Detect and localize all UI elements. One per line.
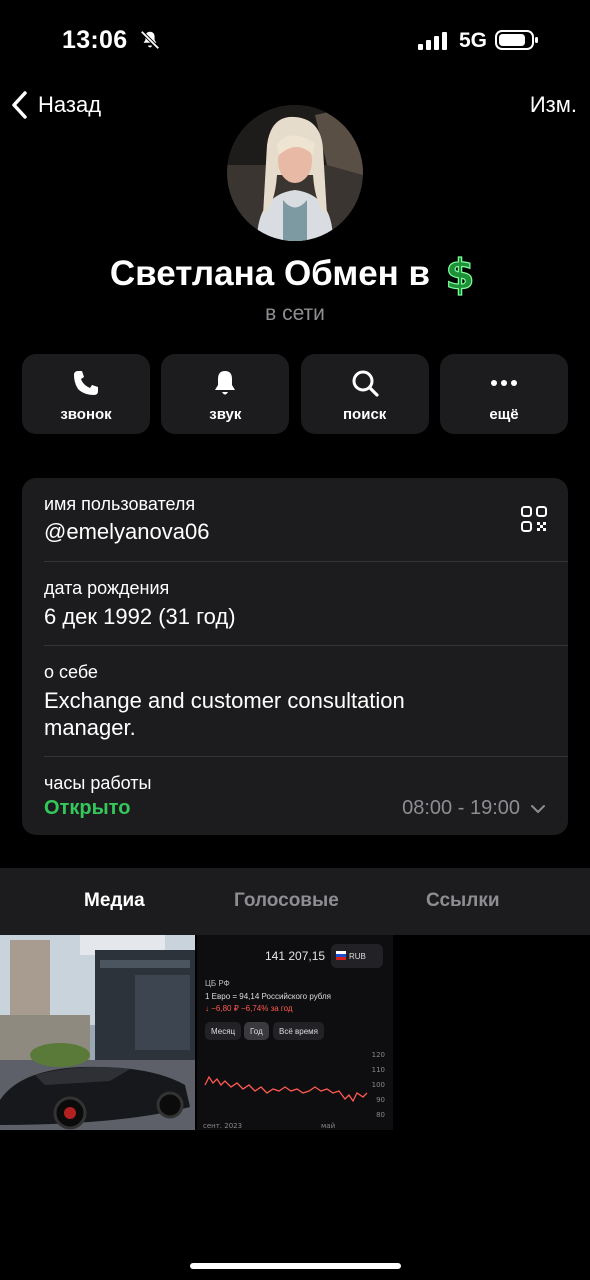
birthday-value: 6 дек 1992 (31 год)	[44, 604, 236, 629]
currency-code: RUB	[349, 951, 366, 961]
sound-button[interactable]: звук	[161, 354, 290, 434]
media-thumbnail-car[interactable]	[0, 935, 195, 1130]
rate-chart: 120 110 100 90 80 сент. 2023 май	[203, 1051, 385, 1130]
back-button[interactable]: Назад	[10, 89, 101, 121]
call-label: звонок	[60, 406, 112, 423]
dollar-sign-icon: $	[445, 252, 475, 296]
open-status: Открыто	[44, 797, 131, 819]
edit-button[interactable]: Изм.	[530, 92, 577, 118]
chevron-down-icon	[531, 804, 545, 813]
profile-name: Светлана Обмен в $	[0, 252, 590, 296]
about-value: Exchange and customer consultation manag…	[44, 688, 405, 740]
bell-slash-icon	[140, 30, 160, 50]
period-all: Всё время	[273, 1022, 324, 1040]
tab-media[interactable]: Медиа	[84, 890, 145, 912]
hours-label: часы работы	[44, 773, 152, 793]
back-label: Назад	[38, 92, 102, 117]
tab-voice[interactable]: Голосовые	[234, 890, 339, 912]
tick-100: 100	[372, 1081, 385, 1089]
bell-icon	[215, 371, 236, 395]
russia-flag-icon	[336, 951, 346, 960]
about-label: о себе	[44, 662, 98, 682]
search-button[interactable]: поиск	[300, 354, 429, 434]
currency-selector: RUB	[331, 944, 383, 968]
chevron-left-icon	[12, 91, 27, 119]
status-bar: 13:06 5G	[0, 0, 590, 80]
media-tabs: Медиа Голосовые Ссылки	[0, 868, 590, 935]
more-label: ещё	[489, 406, 519, 423]
tick-120: 120	[372, 1051, 385, 1059]
rate-change: ↓ −6,80 ₽ −6,74% за год	[205, 1004, 293, 1013]
svg-text:$: $	[445, 252, 474, 296]
phone-icon	[74, 371, 98, 395]
birthday-row[interactable]: дата рождения 6 дек 1992 (31 год)	[44, 562, 568, 646]
username-value[interactable]: @emelyanova06	[44, 519, 568, 545]
network-label: 5G	[459, 29, 488, 52]
info-card: имя пользователя @emelyanova06 дата рожд…	[22, 478, 568, 835]
username-label: имя пользователя	[44, 494, 196, 514]
profile-name-text: Светлана Обмен в	[109, 254, 431, 293]
tick-90: 90	[376, 1096, 385, 1104]
home-indicator[interactable]	[190, 1263, 401, 1269]
more-icon	[490, 380, 517, 386]
rate-source: ЦБ РФ	[205, 979, 230, 988]
car-photo	[0, 935, 195, 1130]
hours-range[interactable]: 08:00 - 19:00	[402, 797, 546, 820]
hours-range-text: 08:00 - 19:00	[402, 797, 520, 819]
avatar-photo	[227, 105, 363, 241]
business-hours-row[interactable]: часы работы Открыто 08:00 - 19:00	[44, 757, 568, 835]
search-icon	[352, 370, 379, 397]
search-label: поиск	[343, 406, 387, 423]
rate-amount: 141 207,15	[265, 949, 326, 963]
axis-bottom-left: сент. 2023	[203, 1122, 242, 1130]
online-status: в сети	[265, 302, 325, 325]
signal-icon	[418, 32, 447, 50]
more-button[interactable]: ещё	[439, 354, 568, 434]
period-year: Год	[244, 1022, 269, 1040]
about-row[interactable]: о себе Exchange and customer consultatio…	[44, 646, 568, 757]
battery-icon	[495, 30, 538, 50]
qr-code-icon[interactable]	[520, 505, 548, 533]
call-button[interactable]: звонок	[22, 354, 150, 434]
tab-links[interactable]: Ссылки	[426, 890, 500, 912]
tick-80: 80	[376, 1111, 385, 1119]
action-buttons: звонок звук поиск ещё	[22, 354, 568, 434]
media-thumbnail-exchange-rate[interactable]: 141 207,15 RUB ЦБ РФ 1 Евро = 94,14 Росс…	[197, 935, 393, 1130]
rate-line: 1 Евро = 94,14 Российского рубля	[205, 992, 332, 1001]
username-row[interactable]: имя пользователя @emelyanova06	[44, 494, 568, 562]
status-time: 13:06	[62, 26, 128, 54]
sound-label: звук	[209, 406, 242, 423]
avatar[interactable]	[227, 105, 363, 241]
birthday-label: дата рождения	[44, 578, 170, 598]
tick-110: 110	[372, 1066, 385, 1074]
period-month: Месяц	[205, 1022, 242, 1040]
axis-bottom-right: май	[321, 1122, 335, 1130]
